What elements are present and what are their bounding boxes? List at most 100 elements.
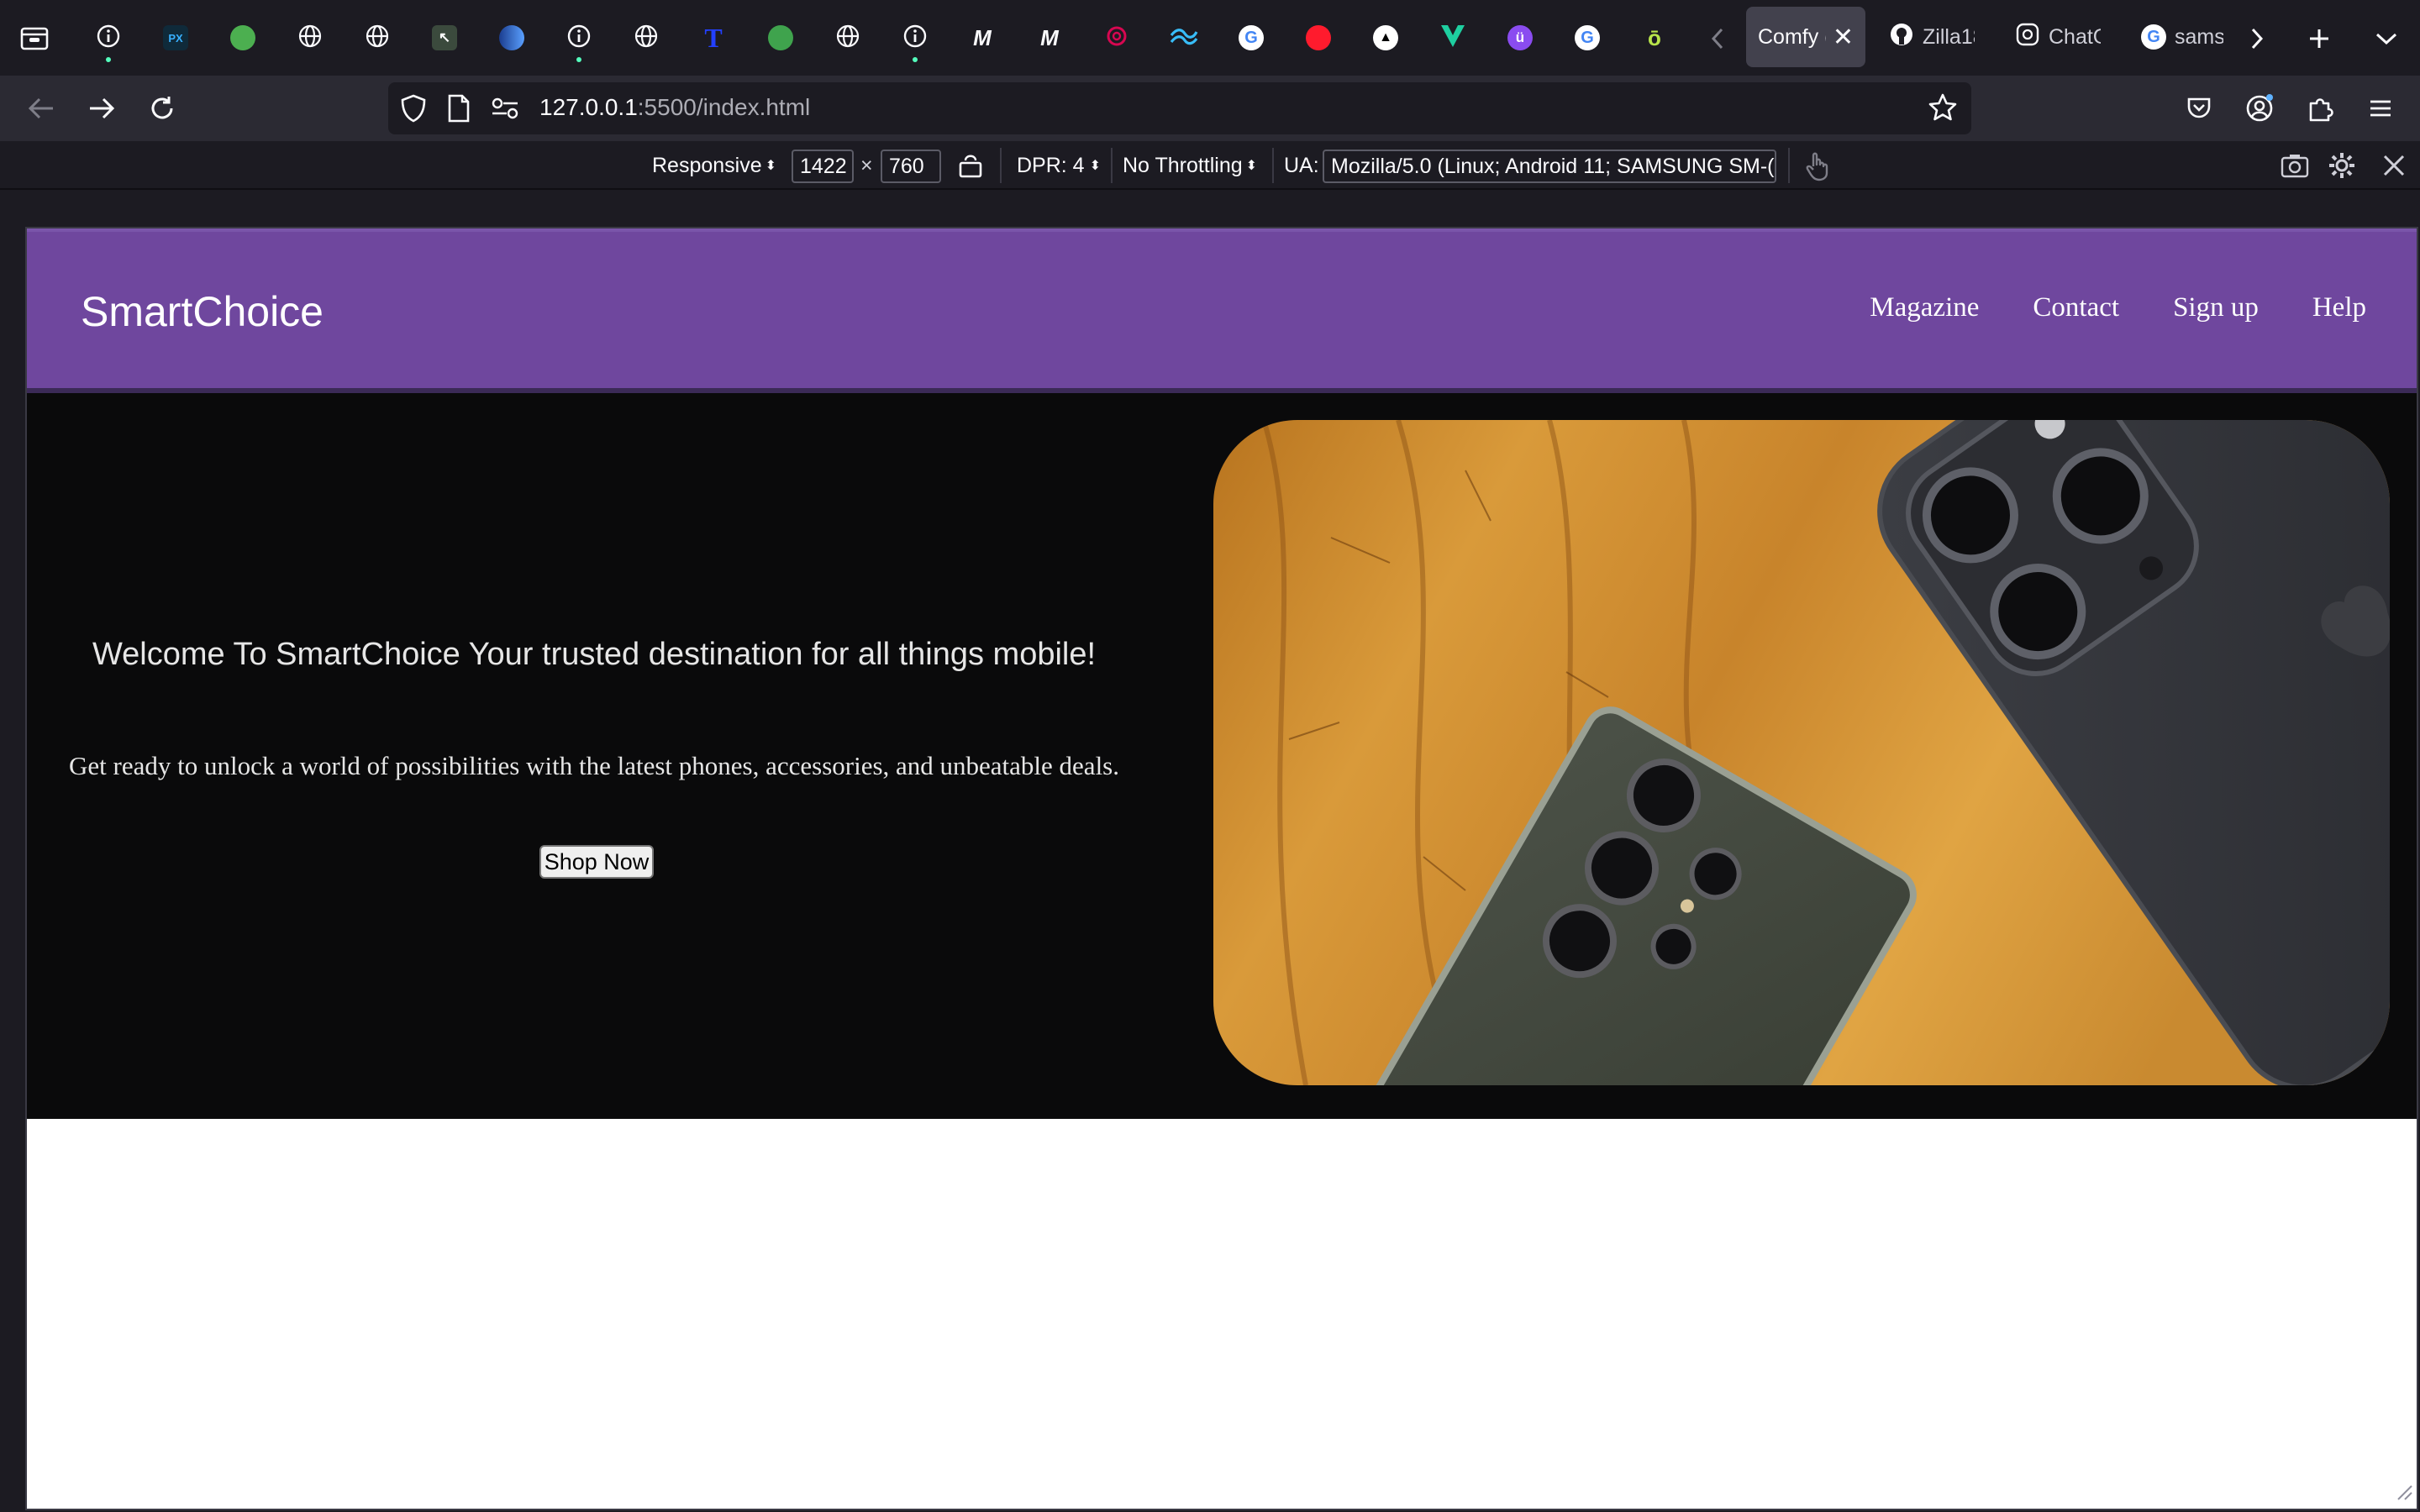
shop-now-button[interactable]: Shop Now [539, 845, 654, 879]
pinned-tab-18[interactable]: G [1232, 18, 1270, 57]
tab-comfy[interactable]: Comfy ( ✕ [1746, 7, 1865, 67]
close-rdm-icon[interactable] [2381, 153, 2407, 182]
site-header: SmartChoice Magazine Contact Sign up Hel… [27, 228, 2417, 393]
user-agent-input[interactable]: Mozilla/5.0 (Linux; Android 11; SAMSUNG … [1323, 150, 1776, 183]
pinned-tab-17[interactable] [1165, 18, 1203, 57]
triangle-icon: ▲ [1373, 25, 1398, 50]
pinned-tab-16[interactable] [1097, 18, 1136, 57]
new-tab-button[interactable] [2301, 20, 2338, 57]
url-text[interactable]: 127.0.0.1:5500/index.html [539, 94, 810, 121]
tab-label: samsu [2175, 24, 2223, 49]
puzzle-icon [2309, 98, 2333, 122]
close-tab-icon[interactable]: ✕ [1833, 23, 1854, 52]
ua-value: Mozilla/5.0 (Linux; Android 11; SAMSUNG … [1331, 154, 1775, 178]
pinned-tab-4[interactable] [291, 18, 329, 57]
extensions-button[interactable] [2301, 89, 2339, 128]
bookmark-star-icon[interactable] [1928, 92, 1958, 127]
pinned-tab-19[interactable] [1299, 18, 1338, 57]
tab-label: Zilla18 [1923, 24, 1975, 49]
vuetify-icon [1439, 24, 1466, 53]
pinned-tab-20[interactable]: ▲ [1366, 18, 1405, 57]
pinned-tab-1[interactable] [89, 18, 128, 62]
rotate-icon[interactable] [958, 151, 983, 184]
pinned-tab-24[interactable]: ō [1635, 18, 1674, 57]
page-icon[interactable] [447, 94, 471, 127]
pinned-tab-15[interactable]: M [1030, 18, 1069, 57]
nav-link-magazine[interactable]: Magazine [1870, 292, 1979, 323]
nav-link-sign-up[interactable]: Sign up [2173, 292, 2259, 323]
reload-button[interactable] [143, 89, 182, 128]
debian-icon [1104, 24, 1129, 53]
nav-link-help[interactable]: Help [2312, 292, 2366, 323]
firefox-view-button[interactable] [15, 18, 54, 57]
site-nav: Magazine Contact Sign up Help [1870, 292, 2366, 323]
scroll-tabs-left-button[interactable] [1701, 22, 1734, 55]
ua-label-text: UA: [1284, 153, 1319, 177]
pinned-tab-5[interactable] [358, 18, 397, 57]
separator [1272, 148, 1274, 183]
globe-icon [835, 24, 860, 53]
tab-chatgpt[interactable]: ChatG [2003, 7, 2112, 67]
site-logo[interactable]: SmartChoice [81, 287, 324, 336]
pinned-tab-13[interactable] [896, 18, 934, 62]
moon-icon [499, 25, 524, 50]
pinned-tab-2[interactable]: PX [156, 18, 195, 57]
touch-simulation-icon[interactable] [1805, 151, 1830, 186]
pinned-tab-9[interactable] [627, 18, 666, 57]
globe-icon [297, 24, 323, 53]
list-all-tabs-button[interactable] [2368, 20, 2405, 57]
m-icon: M [973, 24, 992, 50]
pocket-button[interactable] [2180, 89, 2218, 128]
frog-icon [230, 25, 255, 50]
scroll-tabs-right-button[interactable] [2240, 22, 2274, 55]
firefox-view-icon [20, 27, 49, 50]
app-menu-button[interactable] [2361, 89, 2400, 128]
info-icon [566, 24, 592, 53]
settings-gear-icon[interactable] [2328, 151, 2356, 184]
ua-label: UA: [1284, 150, 1319, 181]
pinned-tab-22[interactable]: ü [1501, 18, 1539, 57]
info-icon [96, 24, 121, 53]
pinned-tab-14[interactable]: M [963, 18, 1002, 57]
responsive-design-toolbar: Responsive ⬍ 1422 × 760 DPR: 4 ⬍ No Thro… [0, 141, 2420, 190]
cursor-icon: ↖ [432, 25, 457, 50]
hamburger-menu-icon [2370, 100, 2391, 117]
github-icon [1889, 22, 1914, 53]
screenshot-icon[interactable] [2281, 153, 2309, 182]
forward-button[interactable] [82, 89, 121, 128]
pinned-tab-21[interactable] [1434, 18, 1472, 57]
back-button[interactable] [22, 89, 60, 128]
tab-samsung-search[interactable]: G samsu [2129, 7, 2235, 67]
nav-link-contact[interactable]: Contact [2033, 292, 2119, 323]
pinned-tab-10[interactable]: T [694, 18, 733, 57]
pinned-tab-7[interactable] [492, 18, 531, 57]
pinned-tab-12[interactable] [829, 18, 867, 57]
tab-zilla18[interactable]: Zilla18 [1877, 7, 1986, 67]
viewport-resize-handle[interactable] [2395, 1483, 2413, 1505]
viewport-height-input[interactable]: 760 [881, 150, 941, 183]
hero-section: Welcome To SmartChoice Your trusted dest… [27, 393, 2417, 1119]
pinned-tab-11[interactable] [761, 18, 800, 57]
throttling-selector[interactable]: No Throttling ⬍ [1123, 150, 1257, 181]
device-selector[interactable]: Responsive ⬍ [652, 150, 776, 181]
updown-icon: ⬍ [1089, 159, 1101, 173]
shield-icon[interactable] [400, 94, 427, 127]
dpr-selector[interactable]: DPR: 4 ⬍ [1017, 150, 1101, 181]
pinned-tab-3[interactable] [224, 18, 262, 57]
leaf-icon [768, 25, 793, 50]
tab-label: Comfy ( [1758, 24, 1826, 49]
pinned-tab-8[interactable] [560, 18, 598, 62]
pinned-tab-6[interactable]: ↖ [425, 18, 464, 57]
chevron-left-icon [1711, 28, 1723, 50]
proton-icon: ü [1507, 25, 1533, 50]
site-permissions-icon[interactable] [491, 96, 519, 125]
url-bar[interactable]: 127.0.0.1:5500/index.html [388, 82, 1971, 134]
plus-icon [2310, 29, 2328, 48]
viewport-width-input[interactable]: 1422 [792, 150, 854, 183]
account-button[interactable] [2240, 89, 2279, 128]
tab-strip: PX ↖ T M M G ▲ ü G ō Comfy ( ✕ Zilla18 C… [0, 0, 2420, 76]
chevron-right-icon [2251, 28, 2264, 50]
url-path: :5500/index.html [637, 94, 811, 120]
pinned-tab-23[interactable]: G [1568, 18, 1607, 57]
globe-icon [365, 24, 390, 53]
